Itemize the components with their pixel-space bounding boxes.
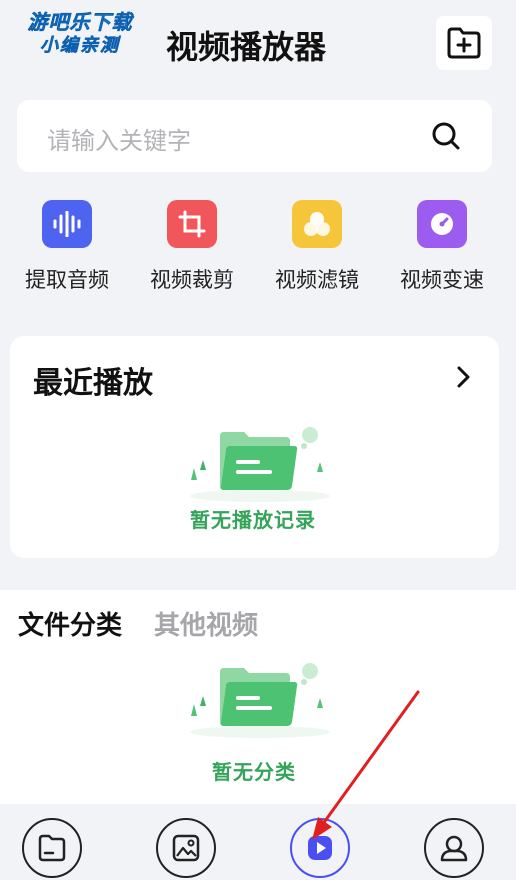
play-icon: [308, 836, 332, 860]
audio-wave-icon: [42, 200, 92, 248]
recent-empty-text: 暂无播放记录: [190, 508, 316, 532]
tool-label: 提取音频: [25, 268, 109, 292]
tool-speed[interactable]: 视频变速: [387, 200, 497, 295]
nav-folder-button[interactable]: [22, 818, 82, 878]
empty-folder-illustration: [190, 427, 330, 502]
tool-row: 提取音频 视频裁剪 视频滤镜 视频变速: [0, 200, 516, 300]
watermark-line-2: 小编亲测: [40, 35, 120, 57]
filter-icon: [292, 200, 342, 248]
empty-folder-illustration: [190, 663, 330, 738]
speed-icon: [417, 200, 467, 248]
tool-crop[interactable]: 视频裁剪: [137, 200, 247, 295]
search-input[interactable]: 请输入关键字: [47, 121, 191, 156]
image-icon: [172, 834, 200, 862]
tool-label: 视频变速: [400, 268, 484, 292]
profile-icon: [440, 835, 468, 862]
recent-title: 最近播放: [33, 366, 153, 401]
chevron-right-icon[interactable]: [453, 364, 473, 390]
bottom-nav: [0, 804, 516, 880]
tool-label: 视频滤镜: [275, 268, 359, 292]
page-title: 视频播放器: [166, 28, 327, 66]
tool-extract-audio[interactable]: 提取音频: [12, 200, 122, 295]
folder-plus-icon: [447, 27, 481, 59]
tool-filter[interactable]: 视频滤镜: [262, 200, 372, 295]
nav-play-button[interactable]: [290, 818, 350, 878]
nav-profile-button[interactable]: [424, 818, 484, 878]
new-folder-button[interactable]: [436, 16, 492, 70]
recent-playback-card: 最近播放 暂无播放记录: [10, 336, 499, 558]
tool-label: 视频裁剪: [150, 268, 234, 292]
nav-image-button[interactable]: [156, 818, 216, 878]
crop-icon: [167, 200, 217, 248]
tab-other-videos[interactable]: 其他视频: [154, 605, 258, 642]
files-empty-text: 暂无分类: [212, 760, 296, 784]
search-bar[interactable]: 请输入关键字: [17, 100, 492, 172]
tab-file-categories[interactable]: 文件分类: [18, 605, 122, 642]
watermark-line-1: 游吧乐下载: [27, 10, 133, 35]
watermark-logo: 游吧乐下载 小编亲测: [10, 10, 150, 64]
search-icon[interactable]: [430, 120, 462, 152]
folder-icon: [38, 834, 66, 862]
